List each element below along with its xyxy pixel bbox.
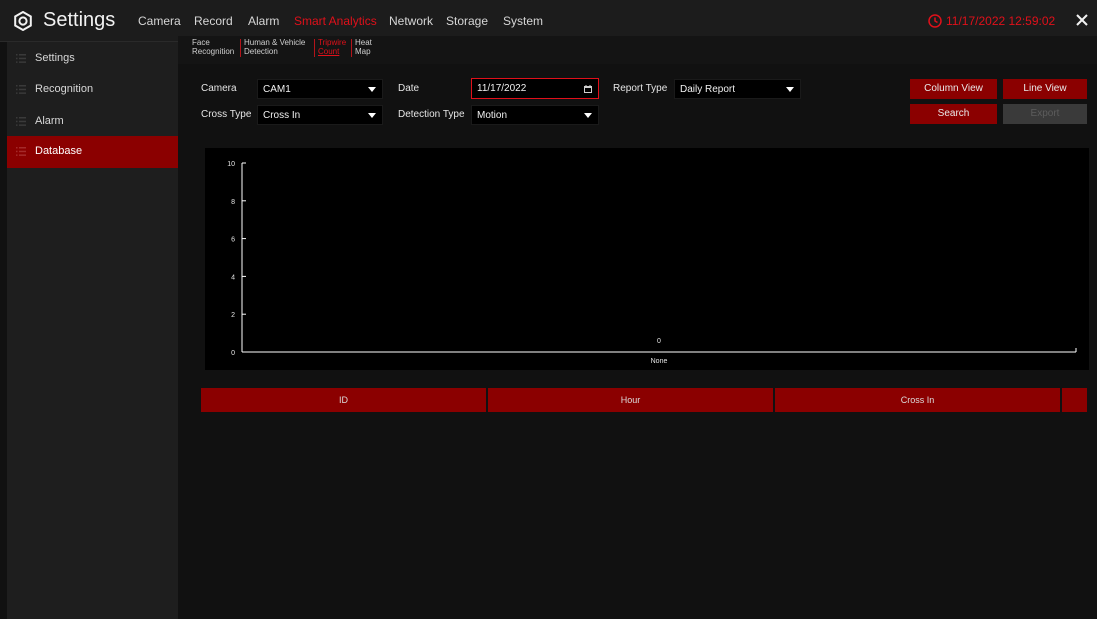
menu-storage[interactable]: Storage (446, 14, 488, 28)
chevron-down-icon (584, 113, 592, 118)
column-header-id: ID (201, 388, 486, 412)
cross-type-label: Cross Type (201, 109, 252, 120)
tab-divider (351, 39, 352, 57)
datetime-display: 11/17/2022 12:59:02 (946, 14, 1056, 28)
clock-icon (928, 14, 942, 28)
column-header-hour: Hour (488, 388, 773, 412)
cross-type-select[interactable]: Cross In (257, 105, 383, 125)
chevron-down-icon (368, 87, 376, 92)
tab-label-line: Recognition (192, 47, 235, 56)
tab-human-vehicle-detection[interactable]: Human & Vehicle Detection (244, 38, 305, 56)
tab-label-line: Tripwire (318, 38, 347, 47)
sidebar-item-label: Settings (35, 52, 75, 64)
settings-window: Settings Camera Record Alarm Smart Analy… (0, 0, 1097, 619)
y-tick-label: 4 (231, 274, 235, 281)
detection-type-label: Detection Type (398, 109, 465, 120)
sidebar-item-alarm[interactable]: Alarm (7, 106, 178, 138)
menu-alarm[interactable]: Alarm (248, 14, 279, 28)
close-icon[interactable] (1074, 12, 1090, 28)
sidebar-item-label: Alarm (35, 115, 64, 127)
menu-lines-icon (16, 147, 26, 156)
column-header-cross-in: Cross In (775, 388, 1060, 412)
report-type-select[interactable]: Daily Report (674, 79, 801, 99)
camera-select-value: CAM1 (263, 84, 291, 95)
tab-tripwire-count[interactable]: Tripwire Count (318, 38, 346, 56)
report-type-label: Report Type (613, 83, 668, 94)
line-view-button[interactable]: Line View (1003, 79, 1087, 99)
report-type-select-value: Daily Report (680, 84, 736, 95)
tab-divider (314, 39, 315, 57)
tab-label-line: Detection (244, 47, 278, 56)
column-header-extra (1062, 388, 1087, 412)
sidebar-item-label: Recognition (35, 83, 94, 95)
tab-heat-map[interactable]: Heat Map (355, 38, 372, 56)
detection-type-select-value: Motion (477, 110, 508, 121)
y-tick-label: 10 (227, 161, 235, 168)
date-field[interactable]: 11/17/2022 (471, 78, 599, 99)
tab-label-line: Human & Vehicle (244, 38, 306, 47)
sidebar-item-recognition[interactable]: Recognition (7, 74, 178, 106)
menu-system[interactable]: System (503, 14, 543, 28)
camera-select[interactable]: CAM1 (257, 79, 383, 99)
menu-record[interactable]: Record (194, 14, 233, 28)
sidebar-item-settings[interactable]: Settings (7, 43, 178, 75)
y-tick-label: 8 (231, 199, 235, 206)
y-tick-label: 0 (231, 350, 235, 357)
menu-lines-icon (16, 54, 26, 63)
chevron-down-icon (368, 113, 376, 118)
export-button: Export (1003, 104, 1087, 124)
camera-label: Camera (201, 83, 237, 94)
chevron-down-icon (786, 87, 794, 92)
tab-label-line: Face (192, 38, 210, 47)
tab-label-line: Count (318, 47, 340, 56)
calendar-icon[interactable] (584, 85, 592, 93)
bar-data-label: 0 (657, 338, 661, 345)
menu-lines-icon (16, 117, 26, 126)
chart-canvas: 0 2 4 6 8 10 0 None (227, 161, 1077, 365)
menu-network[interactable]: Network (389, 14, 433, 28)
table-header: ID Hour Cross In (201, 388, 1087, 412)
analytics-subtabs: Face Recognition Human & Vehicle Detecti… (178, 36, 1097, 64)
tab-label-line: Map (355, 47, 371, 56)
settings-gear-icon (14, 11, 32, 31)
menu-lines-icon (16, 85, 26, 94)
sidebar: Settings Recognition Alarm Database (7, 42, 178, 619)
date-label: Date (398, 83, 420, 94)
column-view-button[interactable]: Column View (910, 79, 997, 99)
detection-type-select[interactable]: Motion (471, 105, 599, 125)
cross-type-select-value: Cross In (263, 110, 301, 121)
sidebar-item-database[interactable]: Database (7, 136, 178, 168)
tab-face-recognition[interactable]: Face Recognition (192, 38, 234, 56)
sidebar-item-label: Database (35, 145, 83, 157)
chart-panel: 0 2 4 6 8 10 0 None (205, 148, 1089, 370)
x-category-label: None (651, 358, 668, 365)
y-tick-label: 2 (231, 312, 235, 319)
tab-divider (240, 39, 241, 57)
date-field-value: 11/17/2022 (477, 83, 527, 94)
app-title: Settings (43, 9, 116, 31)
search-button[interactable]: Search (910, 104, 997, 124)
y-tick-label: 6 (231, 237, 235, 244)
menu-smart-analytics[interactable]: Smart Analytics (294, 14, 377, 28)
menu-camera[interactable]: Camera (138, 14, 181, 28)
tab-label-line: Heat (355, 38, 372, 47)
